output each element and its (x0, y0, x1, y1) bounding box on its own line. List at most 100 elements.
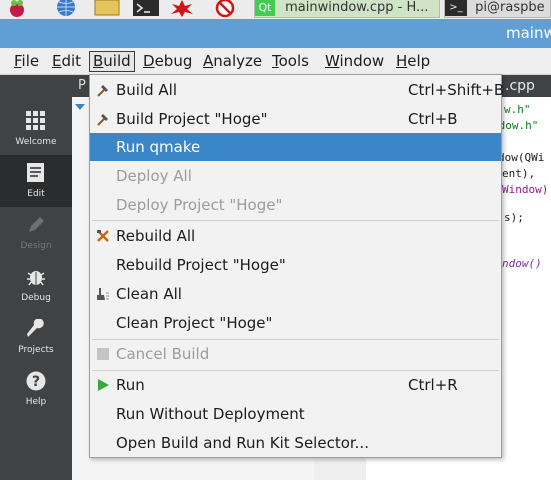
menu-item-label: Clean Project "Hoge" (116, 314, 273, 332)
sidebar-item-label: Edit (27, 189, 45, 199)
taskbar: Qt mainwindow.cpp - H... >_ pi@raspbe (0, 0, 551, 20)
menu-tools-rest: ools (278, 52, 309, 70)
sidebar-item-label: Debug (21, 293, 51, 303)
window-title: mainw (506, 24, 551, 42)
math-kernel-icon[interactable] (168, 0, 196, 17)
bug-icon (27, 271, 45, 286)
menu-item-label: Clean All (116, 285, 182, 303)
code-line: dow(QWi (498, 151, 545, 164)
menu-file[interactable]: File (11, 51, 42, 72)
pencil-icon (29, 217, 44, 232)
web-browser-icon[interactable] (53, 0, 79, 17)
code-line: w.h" (504, 103, 531, 116)
menu-item-open-kit-selector[interactable]: Open Build and Run Kit Selector... (90, 429, 501, 457)
menu-item-run-without-deployment[interactable]: Run Without Deployment (90, 400, 501, 428)
menu-item-deploy-all[interactable]: Deploy All (90, 162, 501, 190)
menu-item-shortcut: Ctrl+B (408, 110, 458, 128)
file-manager-icon[interactable] (93, 0, 121, 17)
menu-item-shortcut: Ctrl+Shift+B (408, 81, 505, 99)
terminal-task-icon: >_ (445, 0, 467, 16)
menu-tools-key: T (272, 52, 279, 70)
menu-debug[interactable]: Debug (140, 51, 195, 72)
qtcreator-task-label: mainwindow.cpp - H... (285, 0, 429, 15)
stop-icon (97, 348, 109, 360)
sidebar-item-label: Welcome (15, 137, 57, 147)
build-menu: Build All Ctrl+Shift+B Build Project "Ho… (89, 74, 505, 458)
rebuild-tools-icon (97, 230, 109, 242)
menu-debug-key: D (143, 52, 155, 70)
menu-file-key: F (14, 52, 22, 70)
app-icon[interactable] (211, 0, 239, 17)
panel-label: P (78, 78, 86, 93)
editor-tab-file[interactable]: .cpp (505, 78, 535, 94)
menu-item-clean-all[interactable]: Clean All (90, 280, 501, 308)
sidebar-item-design[interactable]: Design (0, 207, 72, 259)
chevron-down-icon[interactable] (75, 104, 85, 110)
menu-item-deploy-project[interactable]: Deploy Project "Hoge" (90, 191, 501, 219)
menu-analyze-rest: nalyze (213, 52, 263, 70)
menubar: File Edit Build Debug Analyze Tools Wind… (0, 48, 551, 75)
menu-item-label: Rebuild All (116, 227, 196, 245)
terminal-icon[interactable] (132, 0, 160, 17)
sidebar-item-edit[interactable]: Edit (0, 155, 72, 207)
sidebar-item-projects[interactable]: Projects (0, 311, 72, 363)
menu-item-label: Deploy All (116, 167, 192, 185)
sidebar-item-label: Design (20, 241, 52, 251)
menu-item-rebuild-all[interactable]: Rebuild All (90, 222, 501, 250)
menu-window-key: W (325, 52, 340, 70)
mode-sidebar: Welcome Edit Design Debug Projects ? Hel… (0, 75, 72, 480)
terminal-task-label: pi@raspbe (475, 0, 545, 15)
qt-icon: Qt (255, 0, 275, 16)
menu-item-build-all[interactable]: Build All Ctrl+Shift+B (90, 76, 505, 104)
help-icon: ? (26, 371, 46, 391)
menu-analyze-key: A (203, 52, 214, 70)
code-line: ent), (502, 167, 536, 180)
window-titlebar: mainw (0, 19, 551, 48)
sidebar-item-label: Help (25, 397, 47, 407)
menu-item-label: Build All (116, 81, 178, 99)
play-icon (98, 379, 109, 391)
menu-help[interactable]: Help (393, 51, 433, 72)
menu-help-rest: elp (407, 52, 431, 70)
menu-item-run[interactable]: Run Ctrl+R (90, 371, 501, 399)
menu-build-key: B (93, 52, 104, 70)
terminal-task[interactable]: >_ pi@raspbe (444, 0, 551, 18)
sidebar-item-label: Projects (18, 345, 54, 355)
menu-item-label: Run qmake (116, 138, 201, 156)
menu-debug-rest: ebug (154, 52, 193, 70)
menu-separator (92, 220, 499, 221)
menu-item-label: Open Build and Run Kit Selector... (116, 434, 369, 452)
menu-build[interactable]: Build (89, 51, 135, 72)
menu-analyze[interactable]: Analyze (200, 51, 265, 72)
menu-file-rest: ile (21, 52, 40, 70)
sidebar-item-debug[interactable]: Debug (0, 259, 72, 311)
code-line: ndow() (502, 257, 542, 270)
menu-tools[interactable]: Tools (269, 51, 312, 72)
menu-build-rest: uild (103, 52, 131, 70)
hammer-icon (97, 114, 108, 126)
menu-item-label: Build Project "Hoge" (116, 110, 268, 128)
menu-item-label: Deploy Project "Hoge" (116, 196, 283, 214)
edit-document-icon (27, 163, 44, 182)
menu-item-label: Rebuild Project "Hoge" (116, 256, 286, 274)
menu-item-run-qmake[interactable]: Run qmake (90, 133, 501, 161)
menu-edit[interactable]: Edit (49, 51, 84, 72)
code-line: s); (504, 211, 524, 224)
menu-item-cancel-build[interactable]: Cancel Build (90, 340, 501, 368)
menu-item-clean-project[interactable]: Clean Project "Hoge" (90, 309, 501, 337)
menu-item-build-project[interactable]: Build Project "Hoge" Ctrl+B (90, 105, 501, 133)
menu-edit-rest: dit (61, 52, 82, 70)
sidebar-item-welcome[interactable]: Welcome (0, 103, 72, 155)
menu-item-label: Run Without Deployment (116, 405, 305, 423)
code-line: Window) (502, 183, 549, 196)
menu-item-label: Cancel Build (116, 345, 210, 363)
menu-item-label: Run (116, 376, 145, 394)
menu-window[interactable]: Window (322, 51, 387, 72)
sidebar-item-help[interactable]: ? Help (0, 363, 72, 415)
raspberry-icon[interactable] (6, 0, 28, 17)
menu-item-shortcut: Ctrl+R (408, 376, 458, 394)
menu-help-key: H (396, 52, 408, 70)
menu-window-rest: indow (339, 52, 385, 70)
menu-item-rebuild-project[interactable]: Rebuild Project "Hoge" (90, 251, 501, 279)
qtcreator-task[interactable]: Qt mainwindow.cpp - H... (254, 0, 440, 18)
